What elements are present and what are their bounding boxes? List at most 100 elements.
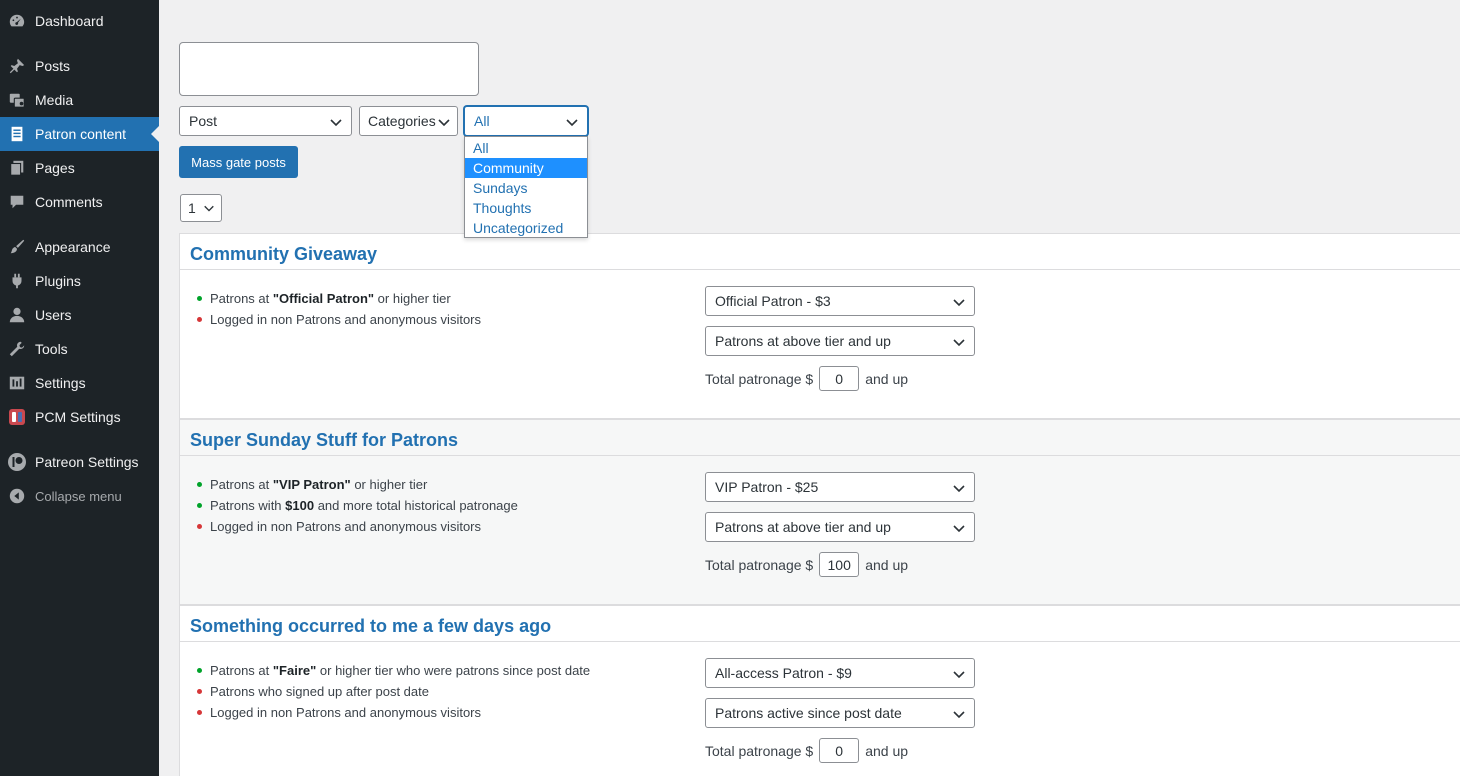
main-content: Post Categories All All Community Sunday… <box>159 0 1460 776</box>
taxonomy-value: Categories <box>368 113 436 129</box>
settings-icon <box>7 373 27 393</box>
sidebar-item-label: Media <box>35 92 74 108</box>
sidebar-item-pcm-settings[interactable]: PCM Settings <box>0 400 159 434</box>
term-option-thoughts[interactable]: Thoughts <box>465 198 587 218</box>
total-patronage-label: Total patronage $ <box>705 370 814 387</box>
term-option-sundays[interactable]: Sundays <box>465 178 587 198</box>
divider <box>180 641 1460 642</box>
post-type-select[interactable]: Post <box>179 106 352 136</box>
divider <box>180 455 1460 456</box>
sidebar-item-plugins[interactable]: Plugins <box>0 264 159 298</box>
sidebar-item-label: Users <box>35 307 72 323</box>
page-number-select[interactable]: 1 <box>180 194 222 222</box>
sidebar-item-dashboard[interactable]: Dashboard <box>0 4 159 38</box>
user-icon <box>7 305 27 325</box>
total-patronage-suffix: and up <box>865 556 909 573</box>
sidebar-item-label: PCM Settings <box>35 409 121 425</box>
term-option-all[interactable]: All <box>465 138 587 158</box>
pin-icon <box>7 56 27 76</box>
tier-value: VIP Patron - $25 <box>715 479 819 495</box>
tier-select[interactable]: VIP Patron - $25 <box>705 472 975 502</box>
scope-select[interactable]: Patrons at above tier and up <box>705 326 975 356</box>
sidebar-item-patron-content[interactable]: Patron content <box>0 117 159 151</box>
sidebar-item-label: Settings <box>35 375 86 391</box>
chevron-down-icon <box>953 711 965 719</box>
term-select[interactable]: All <box>464 106 588 136</box>
patreon-icon <box>7 452 27 472</box>
sidebar-item-posts[interactable]: Posts <box>0 49 159 83</box>
sidebar-item-label: Patreon Settings <box>35 454 139 470</box>
sidebar-item-comments[interactable]: Comments <box>0 185 159 219</box>
denied-dot-icon <box>197 710 202 715</box>
sidebar-item-label: Tools <box>35 341 68 357</box>
sidebar-item-tools[interactable]: Tools <box>0 332 159 366</box>
sidebar-item-users[interactable]: Users <box>0 298 159 332</box>
term-option-community[interactable]: Community <box>465 158 587 178</box>
scope-value: Patrons active since post date <box>715 705 902 721</box>
sidebar-item-label: Dashboard <box>35 13 104 29</box>
access-rule-allowed: Patrons at "Official Patron" or higher t… <box>196 288 481 309</box>
access-rule-allowed: Patrons with $100 and more total histori… <box>196 495 518 516</box>
access-rule-allowed: Patrons at "VIP Patron" or higher tier <box>196 474 518 495</box>
chevron-down-icon <box>953 299 965 307</box>
allowed-dot-icon <box>197 503 202 508</box>
denied-dot-icon <box>197 317 202 322</box>
sidebar-item-media[interactable]: Media <box>0 83 159 117</box>
sidebar-item-appearance[interactable]: Appearance <box>0 230 159 264</box>
chevron-down-icon <box>566 119 578 127</box>
total-patronage-label: Total patronage $ <box>705 556 814 573</box>
tier-value: Official Patron - $3 <box>715 293 831 309</box>
collapse-menu-button[interactable]: Collapse menu <box>0 479 159 513</box>
post-title[interactable]: Something occurred to me a few days ago <box>190 616 551 637</box>
wrench-icon <box>7 339 27 359</box>
access-rules-list: Patrons at "Faire" or higher tier who we… <box>196 660 590 723</box>
term-value: All <box>474 113 490 129</box>
access-rule-allowed: Patrons at "Faire" or higher tier who we… <box>196 660 590 681</box>
chevron-down-icon <box>953 485 965 493</box>
sidebar-item-patreon-settings[interactable]: Patreon Settings <box>0 445 159 479</box>
total-patronage-suffix: and up <box>865 370 909 387</box>
sidebar-item-label: Appearance <box>35 239 111 255</box>
total-patronage-row: Total patronage $ 100 and up <box>705 552 908 577</box>
access-rule-denied: Logged in non Patrons and anonymous visi… <box>196 309 481 330</box>
chevron-down-icon <box>204 205 214 212</box>
post-title[interactable]: Super Sunday Stuff for Patrons <box>190 430 458 451</box>
page-number-value: 1 <box>188 200 196 216</box>
mass-gate-button[interactable]: Mass gate posts <box>179 146 298 178</box>
access-rule-denied: Logged in non Patrons and anonymous visi… <box>196 516 518 537</box>
total-patronage-input[interactable]: 0 <box>819 738 860 763</box>
taxonomy-select[interactable]: Categories <box>359 106 458 136</box>
sidebar-item-label: Plugins <box>35 273 81 289</box>
post-card: Community Giveaway Patrons at "Official … <box>179 233 1460 419</box>
scope-value: Patrons at above tier and up <box>715 333 891 349</box>
allowed-dot-icon <box>197 668 202 673</box>
scope-value: Patrons at above tier and up <box>715 519 891 535</box>
scope-select[interactable]: Patrons at above tier and up <box>705 512 975 542</box>
sidebar-item-label: Comments <box>35 194 103 210</box>
access-rules-list: Patrons at "VIP Patron" or higher tier P… <box>196 474 518 537</box>
plug-icon <box>7 271 27 291</box>
term-option-uncategorized[interactable]: Uncategorized <box>465 218 587 238</box>
tier-value: All-access Patron - $9 <box>715 665 852 681</box>
tier-select[interactable]: All-access Patron - $9 <box>705 658 975 688</box>
tier-select[interactable]: Official Patron - $3 <box>705 286 975 316</box>
total-patronage-input[interactable]: 100 <box>819 552 860 577</box>
post-title[interactable]: Community Giveaway <box>190 244 377 265</box>
sidebar-item-settings[interactable]: Settings <box>0 366 159 400</box>
total-patronage-suffix: and up <box>865 742 909 759</box>
dashboard-icon <box>7 11 27 31</box>
scope-select[interactable]: Patrons active since post date <box>705 698 975 728</box>
total-patronage-input[interactable]: 0 <box>819 366 860 391</box>
chevron-down-icon <box>953 339 965 347</box>
post-type-value: Post <box>189 113 218 129</box>
divider <box>180 269 1460 270</box>
chevron-down-icon <box>330 119 342 127</box>
sidebar-item-pages[interactable]: Pages <box>0 151 159 185</box>
total-patronage-label: Total patronage $ <box>705 742 814 759</box>
text-input-box[interactable] <box>179 42 479 96</box>
post-card: Something occurred to me a few days ago … <box>179 605 1460 776</box>
access-rule-denied: Logged in non Patrons and anonymous visi… <box>196 702 590 723</box>
post-card: Super Sunday Stuff for Patrons Patrons a… <box>179 419 1460 605</box>
allowed-dot-icon <box>197 296 202 301</box>
chevron-down-icon <box>953 671 965 679</box>
